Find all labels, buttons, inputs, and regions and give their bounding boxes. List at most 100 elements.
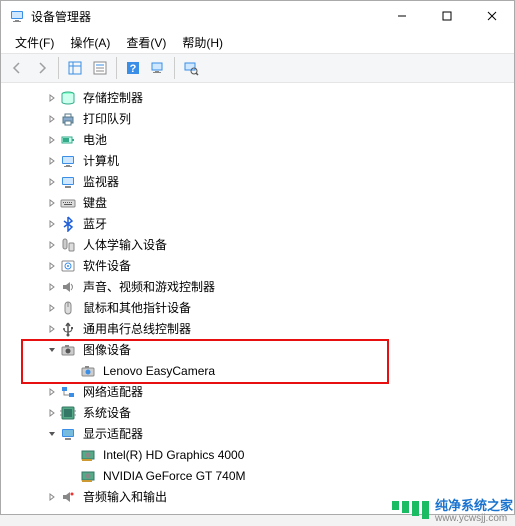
- tree-node[interactable]: NVIDIA GeForce GT 740M: [1, 465, 514, 486]
- tree-node-label: 声音、视频和游戏控制器: [80, 277, 218, 296]
- software-icon: [60, 258, 76, 274]
- tree-node-label: Intel(R) HD Graphics 4000: [100, 447, 247, 463]
- tree-node[interactable]: 蓝牙: [1, 213, 514, 234]
- minimize-button[interactable]: [379, 1, 424, 31]
- chevron-right-icon[interactable]: [45, 196, 59, 210]
- tree-node[interactable]: 网络适配器: [1, 381, 514, 402]
- help-button[interactable]: ?: [121, 56, 145, 80]
- storage-icon: [60, 90, 76, 106]
- watermark-url: www.ycwsjj.com: [435, 514, 513, 524]
- menu-view[interactable]: 查看(V): [118, 32, 174, 53]
- audio-icon: [60, 489, 76, 505]
- tree-node-label: 电池: [80, 130, 110, 149]
- system-icon: [60, 405, 76, 421]
- chevron-right-icon[interactable]: [45, 133, 59, 147]
- tree-node[interactable]: 通用串行总线控制器: [1, 318, 514, 339]
- menu-action[interactable]: 操作(A): [62, 32, 118, 53]
- tree-node-label: 蓝牙: [80, 214, 110, 233]
- tree-node[interactable]: Lenovo EasyCamera: [1, 360, 514, 381]
- device-manager-window: 设备管理器 文件(F) 操作(A) 查看(V) 帮助(H) ? 存储控制器打印队…: [0, 0, 515, 515]
- tree-node-label: 通用串行总线控制器: [80, 319, 194, 338]
- tree-node-label: Lenovo EasyCamera: [100, 363, 218, 379]
- chevron-right-icon[interactable]: [45, 238, 59, 252]
- app-icon: [9, 8, 25, 24]
- tree-node-label: 图像设备: [80, 340, 134, 359]
- chevron-right-icon[interactable]: [45, 406, 59, 420]
- chevron-right-icon[interactable]: [45, 259, 59, 273]
- tree-node[interactable]: 打印队列: [1, 108, 514, 129]
- tree-node-label: 人体学输入设备: [80, 235, 170, 254]
- close-button[interactable]: [469, 1, 514, 31]
- watermark-text: 纯净系统之家: [435, 498, 513, 513]
- scan-button[interactable]: [179, 56, 203, 80]
- usb-icon: [60, 321, 76, 337]
- chevron-right-icon[interactable]: [45, 217, 59, 231]
- chevron-right-icon[interactable]: [45, 280, 59, 294]
- chevron-right-icon[interactable]: [45, 385, 59, 399]
- forward-button: [30, 56, 54, 80]
- keyboard-icon: [60, 195, 76, 211]
- gpu-icon: [80, 447, 96, 463]
- watermark: 纯净系统之家 www.ycwsjj.com: [392, 495, 513, 524]
- sound-icon: [60, 279, 76, 295]
- menu-help[interactable]: 帮助(H): [174, 32, 231, 53]
- menu-file[interactable]: 文件(F): [7, 32, 62, 53]
- chevron-right-icon[interactable]: [45, 175, 59, 189]
- menubar: 文件(F) 操作(A) 查看(V) 帮助(H): [1, 31, 514, 53]
- camera-icon: [80, 363, 96, 379]
- window-buttons: [379, 1, 514, 31]
- tree-node-label: 网络适配器: [80, 382, 146, 401]
- tree-node-label: 监视器: [80, 172, 122, 191]
- toolbar-separator: [174, 57, 175, 79]
- chevron-right-icon[interactable]: [45, 301, 59, 315]
- tree-node[interactable]: 系统设备: [1, 402, 514, 423]
- mouse-icon: [60, 300, 76, 316]
- network-icon: [60, 384, 76, 400]
- tree-node[interactable]: 人体学输入设备: [1, 234, 514, 255]
- show-hide-tree-button[interactable]: [63, 56, 87, 80]
- tree-node-label: 打印队列: [80, 109, 134, 128]
- battery-icon: [60, 132, 76, 148]
- properties-button[interactable]: [88, 56, 112, 80]
- tree-node[interactable]: Intel(R) HD Graphics 4000: [1, 444, 514, 465]
- chevron-right-icon[interactable]: [45, 91, 59, 105]
- maximize-button[interactable]: [424, 1, 469, 31]
- tree-node[interactable]: 声音、视频和游戏控制器: [1, 276, 514, 297]
- tree-node[interactable]: 计算机: [1, 150, 514, 171]
- tree-node[interactable]: 图像设备: [1, 339, 514, 360]
- bluetooth-icon: [60, 216, 76, 232]
- toolbar-separator: [116, 57, 117, 79]
- chevron-right-icon[interactable]: [45, 490, 59, 504]
- back-button: [5, 56, 29, 80]
- tree-node[interactable]: 监视器: [1, 171, 514, 192]
- tree-node[interactable]: 软件设备: [1, 255, 514, 276]
- tree-node-label: 音频输入和输出: [80, 487, 170, 506]
- gpu-icon: [80, 468, 96, 484]
- watermark-bars-icon: [392, 501, 429, 519]
- toolbar: ?: [1, 53, 514, 83]
- chevron-down-icon[interactable]: [45, 427, 59, 441]
- monitor-icon: [60, 174, 76, 190]
- chevron-down-icon[interactable]: [45, 343, 59, 357]
- computer-icon: [60, 153, 76, 169]
- refresh-button[interactable]: [146, 56, 170, 80]
- tree-node-label: 显示适配器: [80, 424, 146, 443]
- chevron-right-icon[interactable]: [45, 322, 59, 336]
- chevron-right-icon[interactable]: [45, 112, 59, 126]
- device-tree[interactable]: 存储控制器打印队列电池计算机监视器键盘蓝牙人体学输入设备软件设备声音、视频和游戏…: [1, 83, 514, 514]
- tree-node[interactable]: 存储控制器: [1, 87, 514, 108]
- tree-node[interactable]: 键盘: [1, 192, 514, 213]
- toolbar-separator: [58, 57, 59, 79]
- tree-node-label: 键盘: [80, 193, 110, 212]
- tree-node-label: 存储控制器: [80, 88, 146, 107]
- tree-node-label: NVIDIA GeForce GT 740M: [100, 468, 249, 484]
- window-title: 设备管理器: [31, 8, 379, 25]
- tree-node-label: 软件设备: [80, 256, 134, 275]
- imaging-icon: [60, 342, 76, 358]
- tree-node[interactable]: 鼠标和其他指针设备: [1, 297, 514, 318]
- tree-node[interactable]: 电池: [1, 129, 514, 150]
- svg-text:?: ?: [130, 63, 137, 75]
- tree-node-label: 鼠标和其他指针设备: [80, 298, 194, 317]
- tree-node[interactable]: 显示适配器: [1, 423, 514, 444]
- chevron-right-icon[interactable]: [45, 154, 59, 168]
